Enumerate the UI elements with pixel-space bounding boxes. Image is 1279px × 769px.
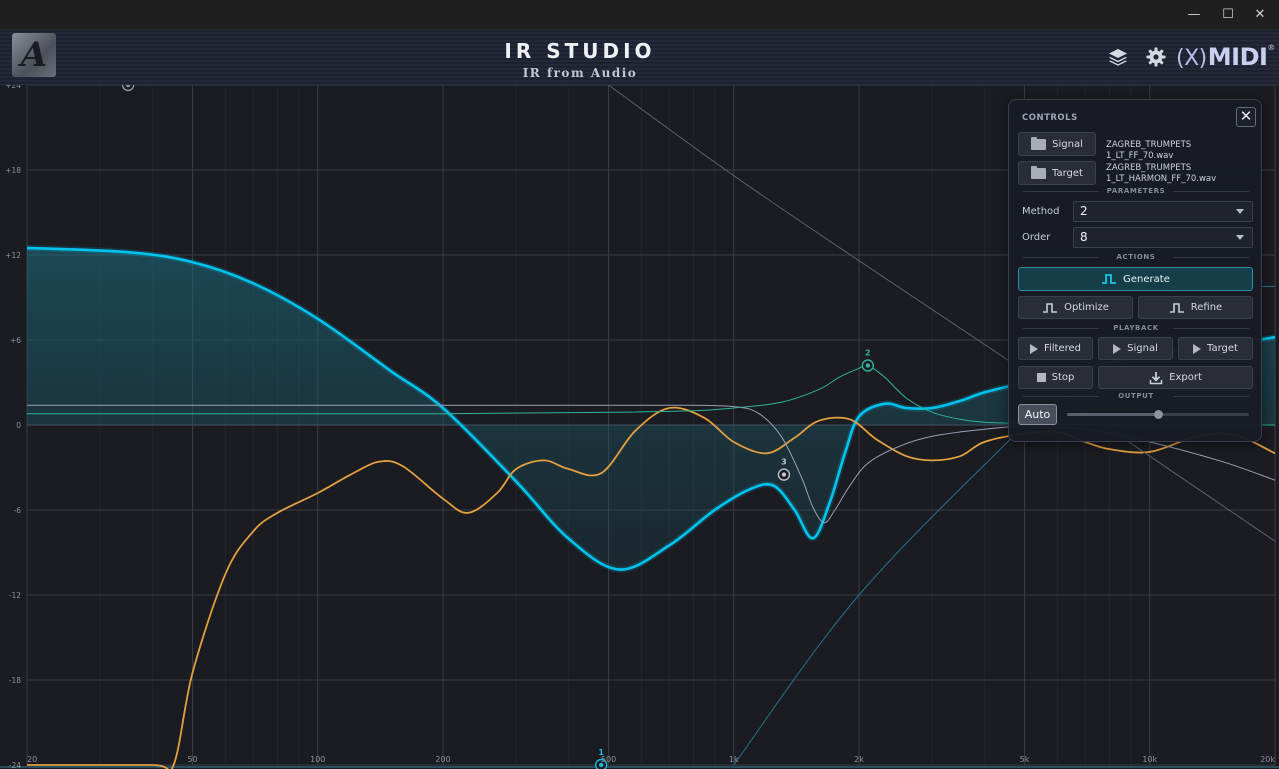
output-section-label: OUTPUT — [1023, 392, 1249, 400]
y-tick-label: +24 — [5, 85, 21, 90]
x-tick-label: 50 — [187, 755, 197, 764]
chevron-down-icon — [1236, 209, 1244, 214]
auto-button[interactable]: Auto — [1018, 404, 1057, 425]
target-file-name-line1: ZAGREB_TRUMPETS — [1106, 163, 1192, 173]
signal-file-button[interactable]: Signal — [1018, 132, 1096, 156]
output-slider[interactable] — [1067, 410, 1249, 419]
y-tick-label: +6 — [10, 336, 21, 345]
playback-section-label: PLAYBACK — [1023, 324, 1249, 332]
midi-brand-text: MIDI — [1207, 43, 1268, 71]
method-value: 2 — [1080, 204, 1088, 218]
minimize-button[interactable]: — — [1184, 5, 1204, 25]
app-subtitle: IR from Audio — [522, 66, 638, 80]
gear-icon[interactable] — [1145, 46, 1167, 68]
y-tick-label: -18 — [9, 676, 21, 685]
filter-node-center — [781, 472, 787, 477]
play-filtered-button[interactable]: Filtered — [1018, 337, 1093, 360]
download-icon — [1149, 371, 1163, 384]
chevron-down-icon — [1236, 235, 1244, 240]
folder-icon — [1031, 165, 1047, 179]
x-tick-label: 20k — [1260, 755, 1275, 764]
target-file-button[interactable]: Target — [1018, 161, 1096, 185]
x-tick-label: 1k — [729, 755, 739, 764]
y-tick-label: +18 — [5, 166, 21, 175]
method-select[interactable]: 2 — [1073, 201, 1253, 222]
play-filtered-label: Filtered — [1043, 343, 1082, 354]
waveform-icon — [1169, 302, 1184, 313]
actions-section-label: ACTIONS — [1023, 253, 1249, 261]
x-tick-label: 20 — [27, 755, 37, 764]
app-header: A IR STUDIO IR from Audio (X)MIDI® — [0, 29, 1279, 85]
generate-label: Generate — [1123, 273, 1170, 285]
method-label: Method — [1022, 206, 1060, 217]
parameters-section-label: PARAMETERS — [1023, 187, 1249, 195]
signal-button-label: Signal — [1052, 138, 1083, 150]
optimize-button[interactable]: Optimize — [1018, 296, 1133, 319]
stop-button[interactable]: Stop — [1018, 366, 1093, 389]
midi-brand-symbol: (X) — [1176, 46, 1207, 71]
controls-panel: CONTROLS ✕ Signal ZAGREB_TRUMPETS 1_LT_F… — [1008, 99, 1262, 442]
refine-button[interactable]: Refine — [1138, 296, 1253, 319]
order-select[interactable]: 8 — [1073, 227, 1253, 248]
generate-button[interactable]: Generate — [1018, 267, 1253, 291]
y-tick-label: -12 — [9, 591, 21, 600]
x-tick-label: 2k — [854, 755, 864, 764]
layers-icon[interactable] — [1107, 46, 1129, 68]
app-logo: A — [12, 33, 56, 77]
maximize-button[interactable]: ☐ — [1218, 5, 1238, 25]
x-tick-label: 100 — [310, 755, 325, 764]
app-title: IR STUDIO — [504, 39, 656, 63]
play-signal-label: Signal — [1127, 343, 1158, 354]
title-bar: — ☐ ✕ — [0, 0, 1279, 29]
close-controls-button[interactable]: ✕ — [1236, 107, 1256, 127]
x-tick-label: 200 — [435, 755, 450, 764]
order-label: Order — [1022, 232, 1051, 243]
filter-node-label: 2 — [865, 349, 871, 358]
close-window-button[interactable]: ✕ — [1250, 5, 1270, 25]
waveform-icon — [1043, 302, 1058, 313]
stop-icon — [1036, 373, 1046, 382]
target-file-name-line2: 1_LT_HARMON_FF_70.wav — [1106, 174, 1217, 184]
y-tick-label: 0 — [16, 421, 21, 430]
registered-mark: ® — [1267, 43, 1275, 52]
target-button-label: Target — [1052, 167, 1083, 179]
x-tick-label: 10k — [1142, 755, 1157, 764]
folder-icon — [1031, 136, 1047, 150]
optimize-label: Optimize — [1064, 302, 1109, 313]
order-value: 8 — [1080, 230, 1088, 244]
play-signal-button[interactable]: Signal — [1098, 337, 1173, 360]
play-icon — [1113, 343, 1122, 354]
filter-node-center — [865, 363, 871, 368]
x-tick-label: 5k — [1020, 755, 1030, 764]
output-slider-thumb[interactable] — [1154, 410, 1163, 419]
refine-label: Refine — [1190, 302, 1223, 313]
play-target-button[interactable]: Target — [1178, 337, 1253, 360]
export-label: Export — [1169, 372, 1202, 383]
output-slider-fill — [1067, 413, 1158, 416]
controls-title: CONTROLS — [1022, 113, 1078, 123]
y-tick-label: -6 — [14, 506, 22, 515]
play-icon — [1193, 343, 1202, 354]
filter-node-label: 3 — [781, 458, 787, 467]
ir-studio-window: — ☐ ✕ A IR STUDIO IR from Audio (X)MIDI®… — [0, 0, 1279, 769]
stop-label: Stop — [1051, 372, 1075, 383]
y-tick-label: +12 — [5, 251, 21, 260]
export-button[interactable]: Export — [1098, 366, 1253, 389]
play-icon — [1029, 343, 1038, 354]
signal-file-name: ZAGREB_TRUMPETS 1_LT_FF_70.wav — [1106, 140, 1192, 161]
midi-brand-logo: (X)MIDI® — [1176, 43, 1275, 71]
play-target-label: Target — [1207, 343, 1238, 354]
waveform-icon — [1102, 274, 1117, 284]
x-tick-label: 500 — [601, 755, 616, 764]
y-tick-label: -24 — [9, 761, 21, 769]
target-file-name: ZAGREB_TRUMPETS 1_LT_HARMON_FF_70.wav — [1106, 163, 1216, 185]
